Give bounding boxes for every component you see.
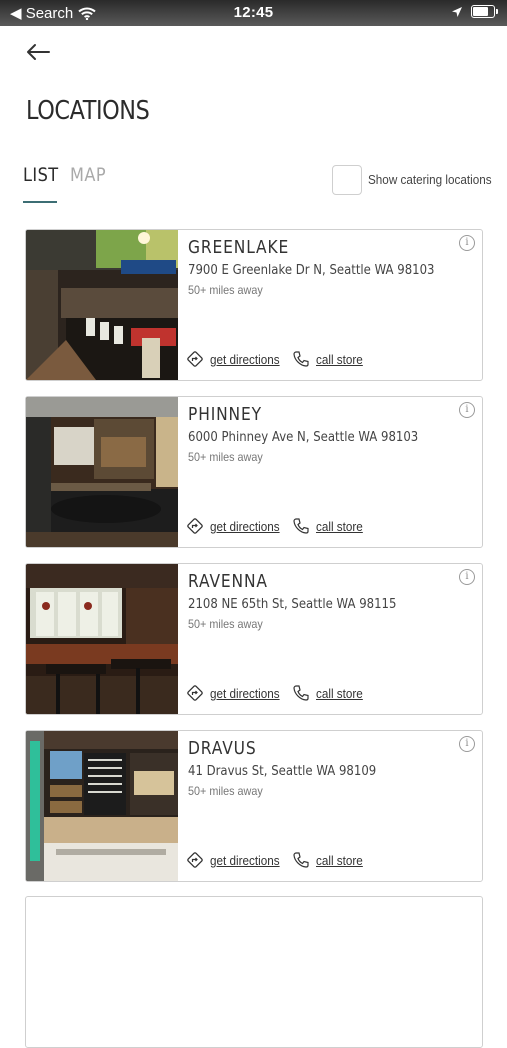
- location-name: RAVENNA: [188, 571, 268, 592]
- location-card-phinney[interactable]: i PHINNEY 6000 Phinney Ave N, Seattle WA…: [25, 396, 483, 548]
- location-arrow-icon: [452, 6, 462, 17]
- location-card-greenlake[interactable]: i GREENLAKE 7900 E Greenlake Dr N, Seatt…: [25, 229, 483, 381]
- tab-list[interactable]: LIST: [23, 164, 59, 186]
- phone-icon: [293, 852, 309, 868]
- location-address: 6000 Phinney Ave N, Seattle WA 98103: [188, 430, 419, 445]
- location-address: 41 Dravus St, Seattle WA 98109: [188, 764, 377, 779]
- location-photo: [26, 397, 178, 547]
- tab-map[interactable]: MAP: [70, 164, 106, 186]
- location-distance: 50+ miles away: [188, 784, 263, 798]
- get-directions-link[interactable]: get directions: [186, 517, 287, 535]
- get-directions-label[interactable]: get directions: [210, 352, 280, 367]
- info-icon[interactable]: i: [459, 569, 475, 585]
- location-card-next[interactable]: [25, 896, 483, 1048]
- location-photo: [26, 731, 178, 881]
- directions-icon: [187, 351, 203, 367]
- call-store-link[interactable]: call store: [292, 517, 368, 535]
- phone-icon: [293, 685, 309, 701]
- directions-icon: [187, 852, 203, 868]
- call-store-link[interactable]: call store: [292, 684, 368, 702]
- location-photo: [26, 564, 178, 714]
- location-card-ravenna[interactable]: i RAVENNA 2108 NE 65th St, Seattle WA 98…: [25, 563, 483, 715]
- location-photo: [26, 230, 178, 380]
- call-store-link[interactable]: call store: [292, 851, 368, 869]
- get-directions-link[interactable]: get directions: [186, 350, 287, 368]
- phone-icon: [293, 518, 309, 534]
- status-bar: ◀ Search 12:45: [0, 0, 507, 26]
- battery-icon: [471, 5, 498, 18]
- info-icon[interactable]: i: [459, 402, 475, 418]
- directions-icon: [187, 518, 203, 534]
- get-directions-label[interactable]: get directions: [210, 853, 280, 868]
- call-store-link[interactable]: call store: [292, 350, 368, 368]
- location-distance: 50+ miles away: [188, 617, 263, 631]
- location-address: 7900 E Greenlake Dr N, Seattle WA 98103: [188, 263, 435, 278]
- get-directions-label[interactable]: get directions: [210, 519, 280, 534]
- location-card-dravus[interactable]: i DRAVUS 41 Dravus St, Seattle WA 98109 …: [25, 730, 483, 882]
- phone-icon: [293, 351, 309, 367]
- info-icon[interactable]: i: [459, 736, 475, 752]
- page-title: LOCATIONS: [26, 96, 150, 126]
- catering-checkbox[interactable]: [332, 165, 362, 195]
- get-directions-link[interactable]: get directions: [186, 684, 287, 702]
- location-name: PHINNEY: [188, 404, 262, 425]
- get-directions-link[interactable]: get directions: [186, 851, 287, 869]
- location-distance: 50+ miles away: [188, 283, 263, 297]
- location-name: GREENLAKE: [188, 237, 290, 258]
- location-name: DRAVUS: [188, 738, 257, 759]
- info-icon[interactable]: i: [459, 235, 475, 251]
- location-address: 2108 NE 65th St, Seattle WA 98115: [188, 597, 397, 612]
- back-arrow-icon[interactable]: [24, 40, 52, 64]
- location-distance: 50+ miles away: [188, 450, 263, 464]
- call-store-label[interactable]: call store: [316, 853, 363, 868]
- catering-label[interactable]: Show catering locations: [368, 172, 492, 187]
- directions-icon: [187, 685, 203, 701]
- call-store-label[interactable]: call store: [316, 352, 363, 367]
- active-tab-indicator: [23, 201, 57, 203]
- call-store-label[interactable]: call store: [316, 519, 363, 534]
- get-directions-label[interactable]: get directions: [210, 686, 280, 701]
- call-store-label[interactable]: call store: [316, 686, 363, 701]
- status-clock: 12:45: [233, 4, 274, 21]
